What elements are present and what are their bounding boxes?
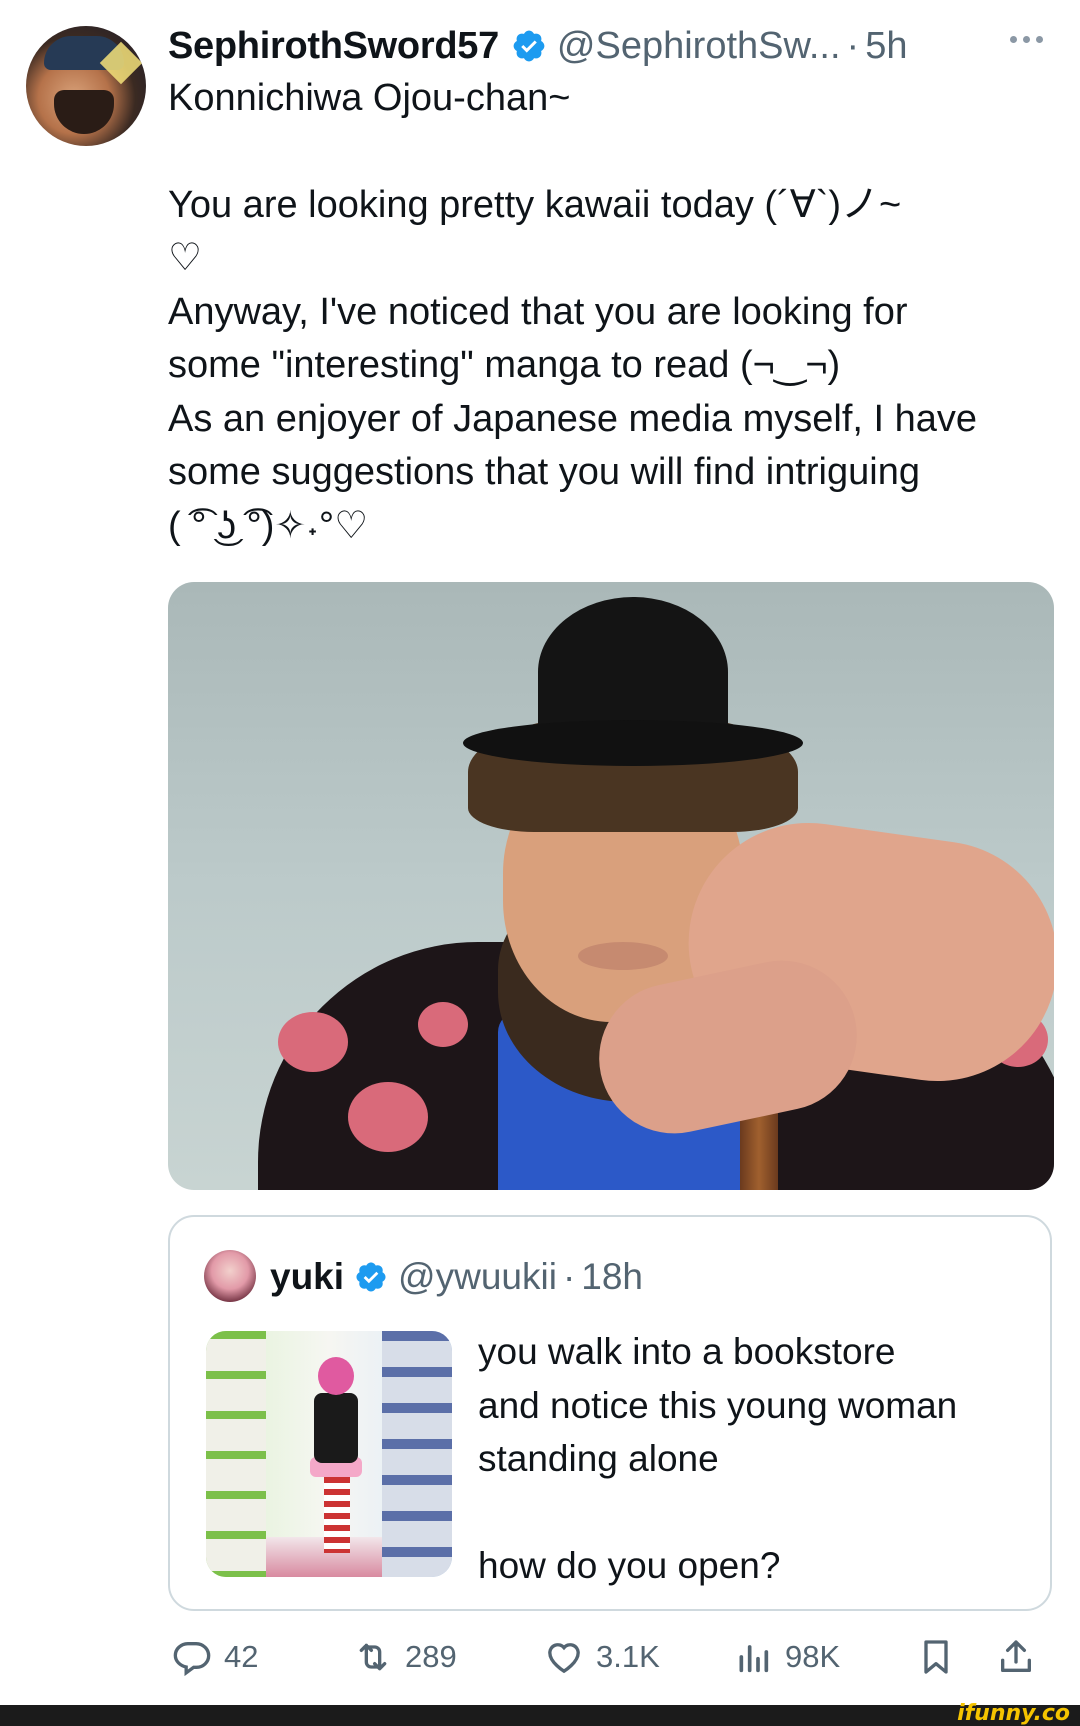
tweet-line: You are looking pretty kawaii today (´∀`… bbox=[168, 183, 902, 226]
avatar-beard bbox=[54, 90, 114, 134]
quoted-handle: @ywuukii bbox=[398, 1256, 557, 1297]
quoted-time: 18h bbox=[581, 1256, 643, 1297]
quoted-text: you walk into a bookstore and notice thi… bbox=[478, 1325, 1038, 1592]
author-display-name[interactable]: SephirothSword57 bbox=[168, 25, 499, 68]
photo-flower bbox=[418, 1002, 468, 1047]
quoted-photo[interactable] bbox=[206, 1331, 452, 1577]
share-button[interactable] bbox=[996, 1632, 1036, 1682]
tweet-line: Anyway, I've noticed that you are lookin… bbox=[168, 290, 908, 333]
views-icon bbox=[739, 1645, 769, 1673]
like-icon bbox=[548, 1643, 580, 1674]
photo-person bbox=[310, 1357, 362, 1557]
separator-dot: · bbox=[846, 24, 860, 67]
repost-count: 289 bbox=[405, 1639, 457, 1674]
watermark-logo: ifunny.co bbox=[957, 1701, 1070, 1726]
tweet-time[interactable]: 5h bbox=[865, 25, 907, 68]
tweet-header: SephirothSword57 @SephirothSw... · 5h bbox=[168, 22, 907, 70]
watermark-bar: ifunny.co bbox=[0, 1701, 1080, 1726]
photo-hat-brim bbox=[463, 720, 803, 766]
verified-icon bbox=[513, 30, 545, 62]
bookmark-button[interactable] bbox=[916, 1632, 956, 1682]
author-handle[interactable]: @SephirothSw... bbox=[557, 25, 841, 68]
share-icon bbox=[1001, 1640, 1031, 1672]
more-icon[interactable] bbox=[1010, 36, 1043, 43]
quoted-tweet[interactable]: yuki @ywuukii · 18h you walk into a book… bbox=[168, 1215, 1052, 1611]
tweet-line: ♡ bbox=[168, 237, 203, 279]
reply-count: 42 bbox=[224, 1639, 259, 1674]
tweet-line: ( ͡° ͜ʖ ͡°)✧˖°♡ bbox=[168, 504, 369, 547]
quoted-avatar bbox=[204, 1250, 256, 1302]
photo-flower bbox=[278, 1012, 348, 1072]
tweet-line: Konnichiwa Ojou-chan~ bbox=[168, 77, 571, 119]
tweet-line: some "interesting" manga to read (¬‿¬) bbox=[168, 344, 841, 386]
quoted-header: yuki @ywuukii · 18h bbox=[270, 1247, 643, 1307]
tweet-photo[interactable] bbox=[168, 582, 1054, 1190]
photo-mouth bbox=[578, 942, 668, 970]
photo-shelf-left bbox=[206, 1331, 266, 1577]
reply-icon bbox=[173, 1642, 211, 1677]
tweet-line: some suggestions that you will find intr… bbox=[168, 451, 920, 493]
photo-shelf-right bbox=[382, 1331, 452, 1577]
quoted-line: and notice this young woman bbox=[478, 1384, 958, 1426]
repost-icon bbox=[359, 1643, 387, 1671]
like-button[interactable]: 3.1K bbox=[544, 1632, 660, 1682]
quoted-line: standing alone bbox=[478, 1438, 719, 1479]
author-avatar[interactable] bbox=[26, 26, 146, 146]
action-bar: 42 289 3.1K 98K bbox=[168, 1632, 1048, 1682]
reply-button[interactable]: 42 bbox=[172, 1632, 258, 1682]
photo-flower bbox=[348, 1082, 428, 1152]
like-count: 3.1K bbox=[596, 1639, 660, 1674]
quoted-line: you walk into a bookstore bbox=[478, 1331, 896, 1372]
views-button[interactable]: 98K bbox=[733, 1632, 840, 1682]
quoted-display-name: yuki bbox=[270, 1256, 345, 1297]
bookmark-icon bbox=[924, 1640, 948, 1674]
tweet-line: As an enjoyer of Japanese media myself, … bbox=[168, 397, 978, 440]
quoted-line: how do you open? bbox=[478, 1544, 781, 1586]
views-count: 98K bbox=[785, 1639, 841, 1674]
verified-icon bbox=[356, 1262, 386, 1292]
tweet-text: Konnichiwa Ojou-chan~ You are looking pr… bbox=[168, 72, 1048, 553]
repost-button[interactable]: 289 bbox=[353, 1632, 457, 1682]
separator-dot: · bbox=[562, 1256, 576, 1297]
